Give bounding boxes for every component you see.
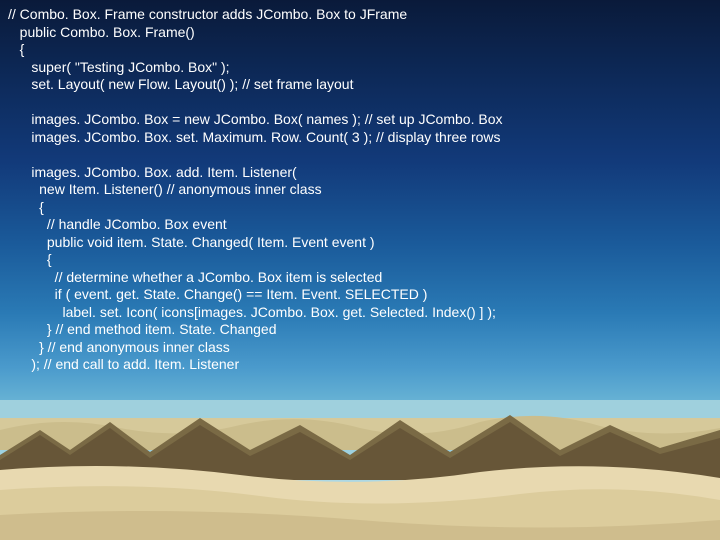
- code-line: ); // end call to add. Item. Listener: [8, 356, 239, 372]
- code-line: label. set. Icon( icons[images. JCombo. …: [8, 304, 496, 320]
- code-line: } // end method item. State. Changed: [8, 321, 277, 337]
- code-line: images. JCombo. Box = new JCombo. Box( n…: [8, 111, 502, 127]
- slide-background: // Combo. Box. Frame constructor adds JC…: [0, 0, 720, 540]
- code-line: // Combo. Box. Frame constructor adds JC…: [8, 6, 407, 22]
- code-line: images. JCombo. Box. set. Maximum. Row. …: [8, 129, 501, 145]
- code-line: } // end anonymous inner class: [8, 339, 230, 355]
- code-line: public Combo. Box. Frame(): [8, 24, 195, 40]
- code-line: // determine whether a JCombo. Box item …: [8, 269, 382, 285]
- code-line: if ( event. get. State. Change() == Item…: [8, 286, 427, 302]
- code-line: images. JCombo. Box. add. Item. Listener…: [8, 164, 297, 180]
- code-line: {: [8, 41, 24, 57]
- code-line: super( "Testing JCombo. Box" );: [8, 59, 230, 75]
- code-line: {: [8, 251, 52, 267]
- code-line: // handle JCombo. Box event: [8, 216, 227, 232]
- code-line: {: [8, 199, 44, 215]
- code-block: // Combo. Box. Frame constructor adds JC…: [8, 6, 712, 374]
- code-line: set. Layout( new Flow. Layout() ); // se…: [8, 76, 353, 92]
- landscape-illustration: [0, 400, 720, 540]
- code-line: new Item. Listener() // anonymous inner …: [8, 181, 322, 197]
- code-line: public void item. State. Changed( Item. …: [8, 234, 375, 250]
